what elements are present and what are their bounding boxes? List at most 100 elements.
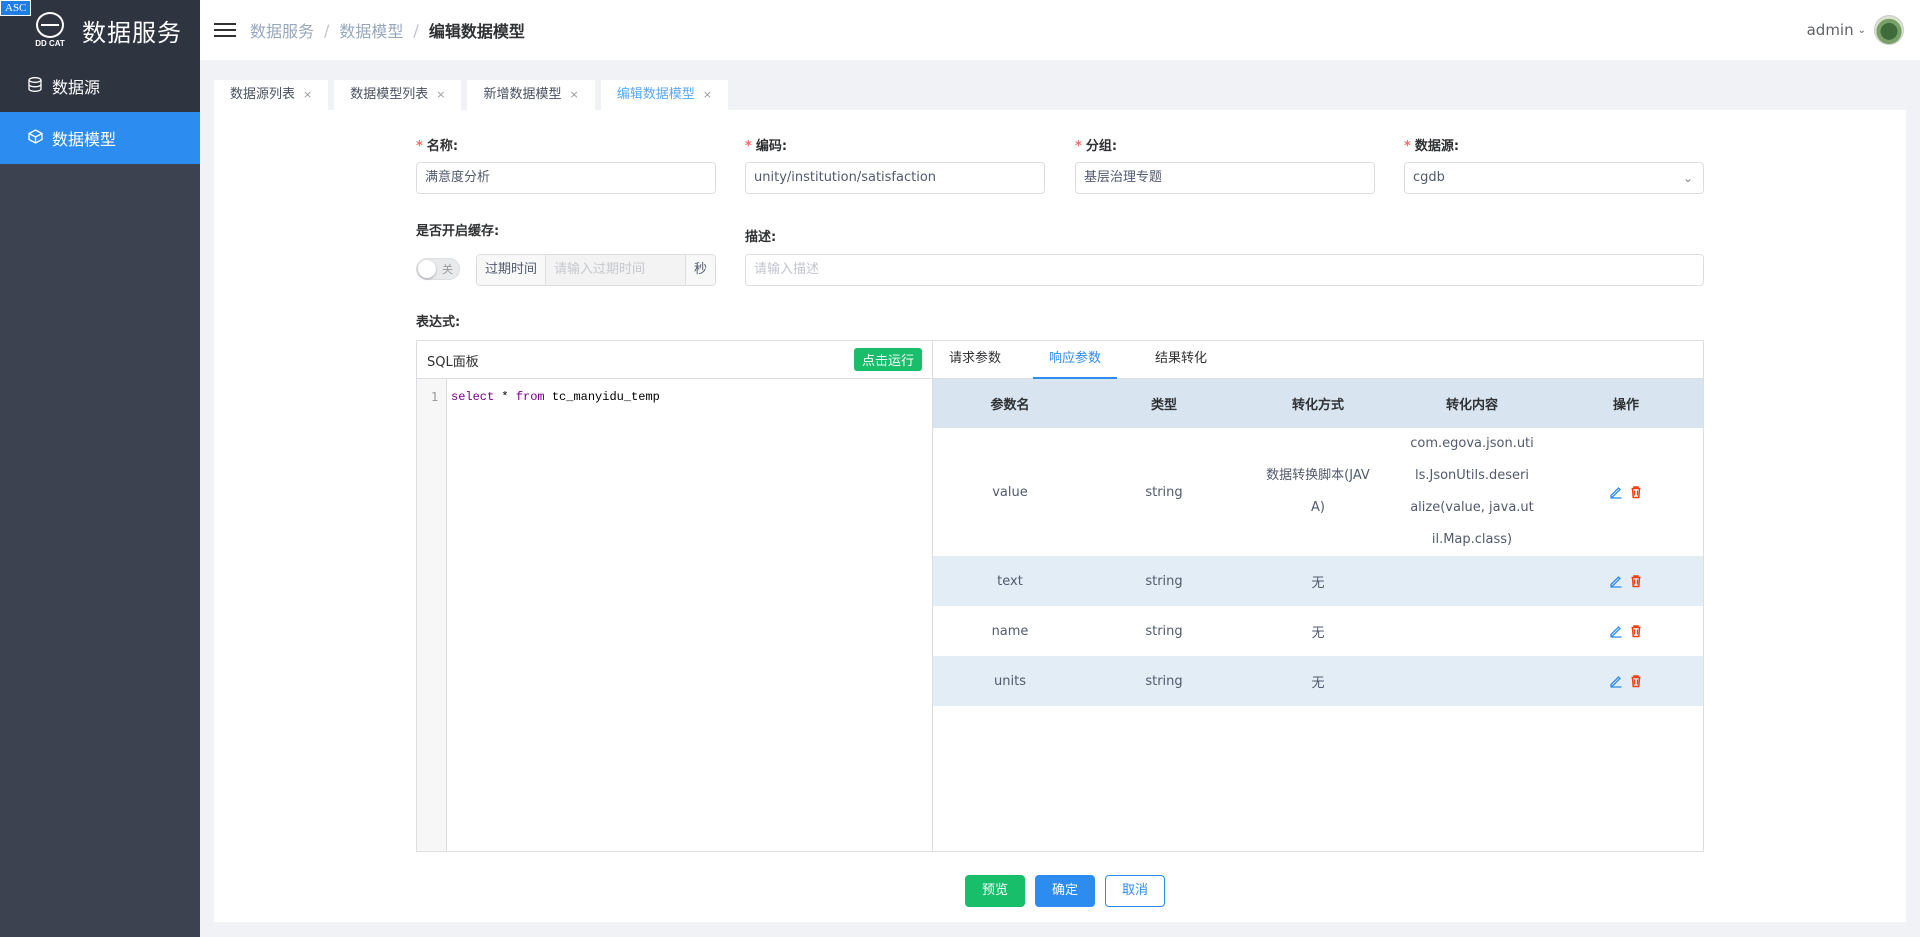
cell-name: name (991, 623, 1029, 639)
line-number: 1 (431, 390, 439, 404)
tab-datasource-list[interactable]: 数据源列表 × (214, 80, 329, 110)
asc-badge: ASC (0, 0, 32, 16)
delete-icon[interactable] (1629, 674, 1643, 688)
cell-method: 数据转换脚本(JAV A) (1266, 468, 1370, 515)
name-input[interactable]: 满意度分析 (416, 162, 716, 194)
expire-unit: 秒 (685, 255, 715, 285)
sql-panel-title: SQL面板 (427, 355, 479, 370)
line-gutter (417, 379, 447, 851)
col-header: 转化内容 (1395, 379, 1549, 428)
sidebar-item-datasource[interactable]: 数据源 (0, 60, 200, 112)
table-row: name string 无 (933, 606, 1703, 656)
close-icon[interactable]: × (436, 88, 445, 101)
code-input[interactable]: unity/institution/satisfaction (745, 162, 1045, 194)
page-tabs: 数据源列表 × 数据模型列表 × 新增数据模型 × 编辑数据模型 × (214, 80, 734, 110)
logo-area: ASC DD CAT 数据服务 (0, 0, 200, 60)
cell-actions (1549, 428, 1703, 556)
expression-editor: SQL面板 点击运行 1 select * from tc_manyidu_te… (416, 340, 1704, 852)
response-params-table: 参数名 类型 转化方式 转化内容 操作 value string 数据转换脚本(… (933, 379, 1703, 706)
table-row: value string 数据转换脚本(JAV A) com.egova.json… (933, 428, 1703, 556)
edit-icon[interactable] (1609, 674, 1623, 688)
col-header: 操作 (1549, 379, 1703, 428)
expr-label: 表达式: (416, 315, 461, 330)
breadcrumb-item[interactable]: 数据模型 (339, 18, 403, 42)
username[interactable]: admin (1807, 21, 1854, 39)
chevron-down-icon[interactable]: ⌄ (1858, 25, 1866, 36)
top-header: 数据服务 / 数据模型 / 编辑数据模型 admin ⌄ (200, 0, 1920, 60)
database-icon (26, 76, 44, 96)
cell-type: string (1145, 484, 1183, 500)
cache-toggle-text: 关 (442, 263, 453, 276)
close-icon[interactable]: × (303, 88, 312, 101)
col-header: 参数名 (933, 379, 1087, 428)
edit-icon[interactable] (1609, 485, 1623, 499)
col-header: 转化方式 (1241, 379, 1395, 428)
tab-response-params[interactable]: 响应参数 (1033, 341, 1118, 379)
name-label: * 名称: (416, 139, 459, 154)
cube-icon (26, 128, 44, 148)
logo-text: DD CAT (35, 39, 65, 48)
edit-icon[interactable] (1609, 574, 1623, 588)
run-button[interactable]: 点击运行 (853, 348, 922, 371)
sidebar-item-datamodel[interactable]: 数据模型 (0, 112, 200, 164)
cell-name: units (933, 656, 1087, 706)
sidebar-item-label: 数据模型 (52, 130, 117, 149)
user-menu[interactable]: admin ⌄ (1807, 0, 1904, 60)
confirm-button[interactable]: 确定 (1035, 875, 1095, 907)
breadcrumb-item[interactable]: 数据服务 (250, 18, 314, 42)
expire-input[interactable]: 请输入过期时间 (545, 255, 686, 285)
cell-type: string (1087, 556, 1241, 606)
table-row: text string 无 (933, 556, 1703, 606)
code-label: * 编码: (745, 139, 788, 154)
desc-label: 描述: (745, 230, 777, 245)
cancel-button[interactable]: 取消 (1105, 875, 1165, 907)
cell-actions (1549, 656, 1703, 706)
cell-method: 无 (1241, 556, 1395, 606)
sql-panel-header: SQL面板 点击运行 (417, 341, 932, 379)
breadcrumb-current: 编辑数据模型 (428, 22, 525, 41)
sidebar-item-label: 数据源 (52, 78, 101, 97)
tab-add-model[interactable]: 新增数据模型 × (467, 80, 595, 110)
col-header: 类型 (1087, 379, 1241, 428)
edit-icon[interactable] (1609, 624, 1623, 638)
tab-edit-model[interactable]: 编辑数据模型 × (600, 80, 728, 110)
cell-name: value (992, 484, 1028, 500)
delete-icon[interactable] (1629, 574, 1643, 588)
avatar[interactable] (1874, 15, 1904, 45)
chevron-down-icon: ⌄ (1682, 171, 1693, 185)
cell-content (1395, 556, 1549, 606)
group-label: * 分组: (1075, 139, 1118, 154)
cell-actions (1549, 556, 1703, 606)
cell-method: 无 (1241, 656, 1395, 706)
datasource-value: cgdb (1413, 170, 1445, 185)
datasource-select[interactable]: cgdb ⌄ (1404, 162, 1704, 194)
param-tabs: 请求参数 响应参数 结果转化 (933, 341, 1703, 379)
cell-content (1395, 656, 1549, 706)
breadcrumb: 数据服务 / 数据模型 / 编辑数据模型 (250, 18, 525, 42)
delete-icon[interactable] (1629, 624, 1643, 638)
delete-icon[interactable] (1629, 485, 1643, 499)
tab-request-params[interactable]: 请求参数 (933, 341, 1017, 378)
tab-model-list[interactable]: 数据模型列表 × (334, 80, 462, 110)
app-logo: DD CAT (30, 8, 70, 52)
preview-button[interactable]: 预览 (965, 875, 1025, 907)
close-icon[interactable]: × (569, 88, 578, 101)
logo-face-icon (36, 12, 64, 38)
datasource-label: * 数据源: (1404, 139, 1460, 154)
menu-toggle-icon[interactable] (214, 19, 236, 41)
cache-toggle[interactable]: 关 (416, 258, 460, 280)
cell-type: string (1145, 623, 1183, 639)
group-input[interactable]: 基层治理专题 (1075, 162, 1375, 194)
cell-actions (1549, 606, 1703, 656)
cache-label: 是否开启缓存: (416, 224, 500, 239)
table-row: units string 无 (933, 656, 1703, 706)
code-line[interactable]: select * from tc_manyidu_temp (451, 390, 660, 404)
cell-type: string (1087, 656, 1241, 706)
tab-result-transform[interactable]: 结果转化 (1139, 341, 1223, 378)
sql-editor[interactable]: 1 select * from tc_manyidu_temp (417, 379, 932, 851)
close-icon[interactable]: × (703, 88, 712, 101)
desc-input[interactable]: 请输入描述 (745, 254, 1704, 286)
cell-content (1395, 606, 1549, 656)
edit-model-panel: * 名称: 满意度分析 * 编码: unity/institution/satisf… (214, 110, 1906, 922)
cell-name: text (933, 556, 1087, 606)
